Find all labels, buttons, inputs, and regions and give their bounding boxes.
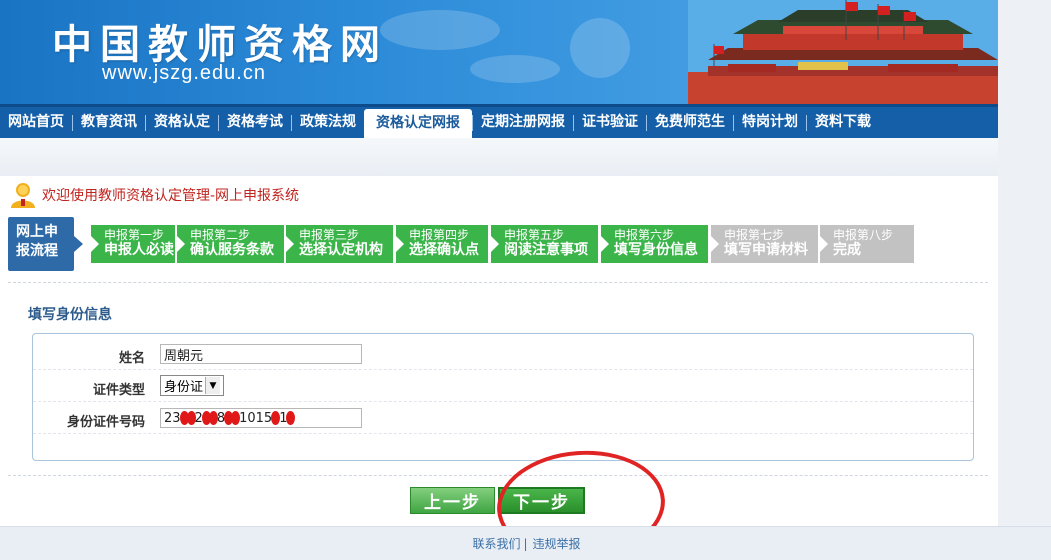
step-7: 申报第七步 填写申请材料 [711, 225, 818, 263]
nav-registration-online[interactable]: 定期注册网报 [473, 107, 573, 138]
id-number-input[interactable]: 23 2 8 1015 1 [160, 408, 362, 428]
step-5: 申报第五步 阅读注意事项 [491, 225, 598, 263]
site-banner: 中国教师资格网 www.jszg.edu.cn [0, 0, 998, 104]
nav-free-teacher-students[interactable]: 免费师范生 [647, 107, 733, 138]
main-panel: 欢迎使用教师资格认定管理-网上申报系统 网上申 报流程 申报第一步 申报人必读 … [0, 176, 998, 526]
nav-policy[interactable]: 政策法规 [292, 107, 364, 138]
step-6: 申报第六步 填写身份信息 [601, 225, 708, 263]
step-title: 申报第五步 [504, 228, 565, 242]
next-step-button[interactable]: 下一步 [498, 487, 585, 514]
form-row-id-type: 证件类型 身份证 ▼ [33, 370, 973, 402]
step-desc: 确认服务条款 [190, 242, 274, 258]
step-title: 申报第六步 [614, 228, 675, 242]
name-label: 姓名 [118, 351, 145, 366]
step-title: 申报第三步 [299, 228, 360, 242]
user-icon [11, 183, 35, 208]
page-background [998, 0, 1051, 526]
step-title: 申报第四步 [409, 228, 470, 242]
id-number-label: 身份证件号码 [66, 415, 145, 430]
nav-downloads[interactable]: 资料下载 [807, 107, 879, 138]
id-type-select[interactable]: 身份证 ▼ [160, 375, 224, 396]
step-1: 申报第一步 申报人必读 [91, 225, 175, 263]
contact-link[interactable]: 联系我们 [472, 535, 520, 552]
form-row-name: 姓名 [33, 338, 973, 370]
step-title: 申报第二步 [190, 228, 251, 242]
nav-education-news[interactable]: 教育资讯 [73, 107, 145, 138]
step-desc: 填写申请材料 [724, 242, 808, 258]
tiananmen-image [688, 0, 998, 104]
nav-special-post[interactable]: 特岗计划 [734, 107, 806, 138]
welcome-banner: 欢迎使用教师资格认定管理-网上申报系统 [8, 180, 299, 210]
divider [8, 475, 988, 476]
id-type-value: 身份证 [164, 380, 204, 395]
step-4: 申报第四步 选择确认点 [396, 225, 488, 263]
prev-step-button[interactable]: 上一步 [410, 487, 495, 514]
id-number-part: 1015 [239, 410, 273, 426]
report-link[interactable]: 违规举报 [533, 535, 581, 552]
step-desc: 填写身份信息 [614, 242, 698, 258]
name-input[interactable] [160, 344, 362, 364]
sub-header-bar [0, 138, 998, 176]
footer: 联系我们 | 违规举报 [0, 526, 1051, 560]
id-number-part: 23 [164, 410, 181, 426]
nav-exam[interactable]: 资格考试 [219, 107, 291, 138]
id-type-label: 证件类型 [92, 383, 145, 398]
nav-certification-online[interactable]: 资格认定网报 [364, 109, 472, 138]
site-url: www.jszg.edu.cn [102, 62, 266, 84]
welcome-text: 欢迎使用教师资格认定管理-网上申报系统 [42, 188, 300, 204]
redaction-mark [286, 411, 296, 425]
step-3: 申报第三步 选择认定机构 [286, 225, 393, 263]
flow-label-line2: 报流程 [16, 243, 58, 259]
divider [8, 282, 988, 283]
nav-home[interactable]: 网站首页 [0, 107, 72, 138]
flow-label-line1: 网上申 [16, 224, 58, 240]
chevron-down-icon[interactable]: ▼ [205, 377, 220, 394]
identity-form: 姓名 证件类型 身份证 ▼ 身份证件号码 23 2 8 1015 [32, 333, 974, 461]
nav-certification[interactable]: 资格认定 [146, 107, 218, 138]
step-title: 申报第七步 [724, 228, 785, 242]
nav-certificate-verify[interactable]: 证书验证 [574, 107, 646, 138]
section-title: 填写身份信息 [28, 307, 112, 323]
step-desc: 阅读注意事项 [504, 242, 588, 258]
step-2: 申报第二步 确认服务条款 [177, 225, 284, 263]
step-title: 申报第一步 [104, 228, 165, 242]
step-desc: 选择认定机构 [299, 242, 383, 258]
step-desc: 申报人必读 [104, 242, 174, 258]
step-8: 申报第八步 完成 [820, 225, 914, 263]
form-row-id-number: 身份证件号码 23 2 8 1015 1 [33, 402, 973, 434]
step-desc: 完成 [833, 242, 861, 258]
step-title: 申报第八步 [833, 228, 894, 242]
step-desc: 选择确认点 [409, 242, 479, 258]
main-nav: 网站首页 教育资讯 资格认定 资格考试 政策法规 资格认定网报 定期注册网报 证… [0, 104, 998, 138]
flow-label: 网上申 报流程 [8, 217, 83, 271]
footer-separator: | [523, 536, 528, 551]
